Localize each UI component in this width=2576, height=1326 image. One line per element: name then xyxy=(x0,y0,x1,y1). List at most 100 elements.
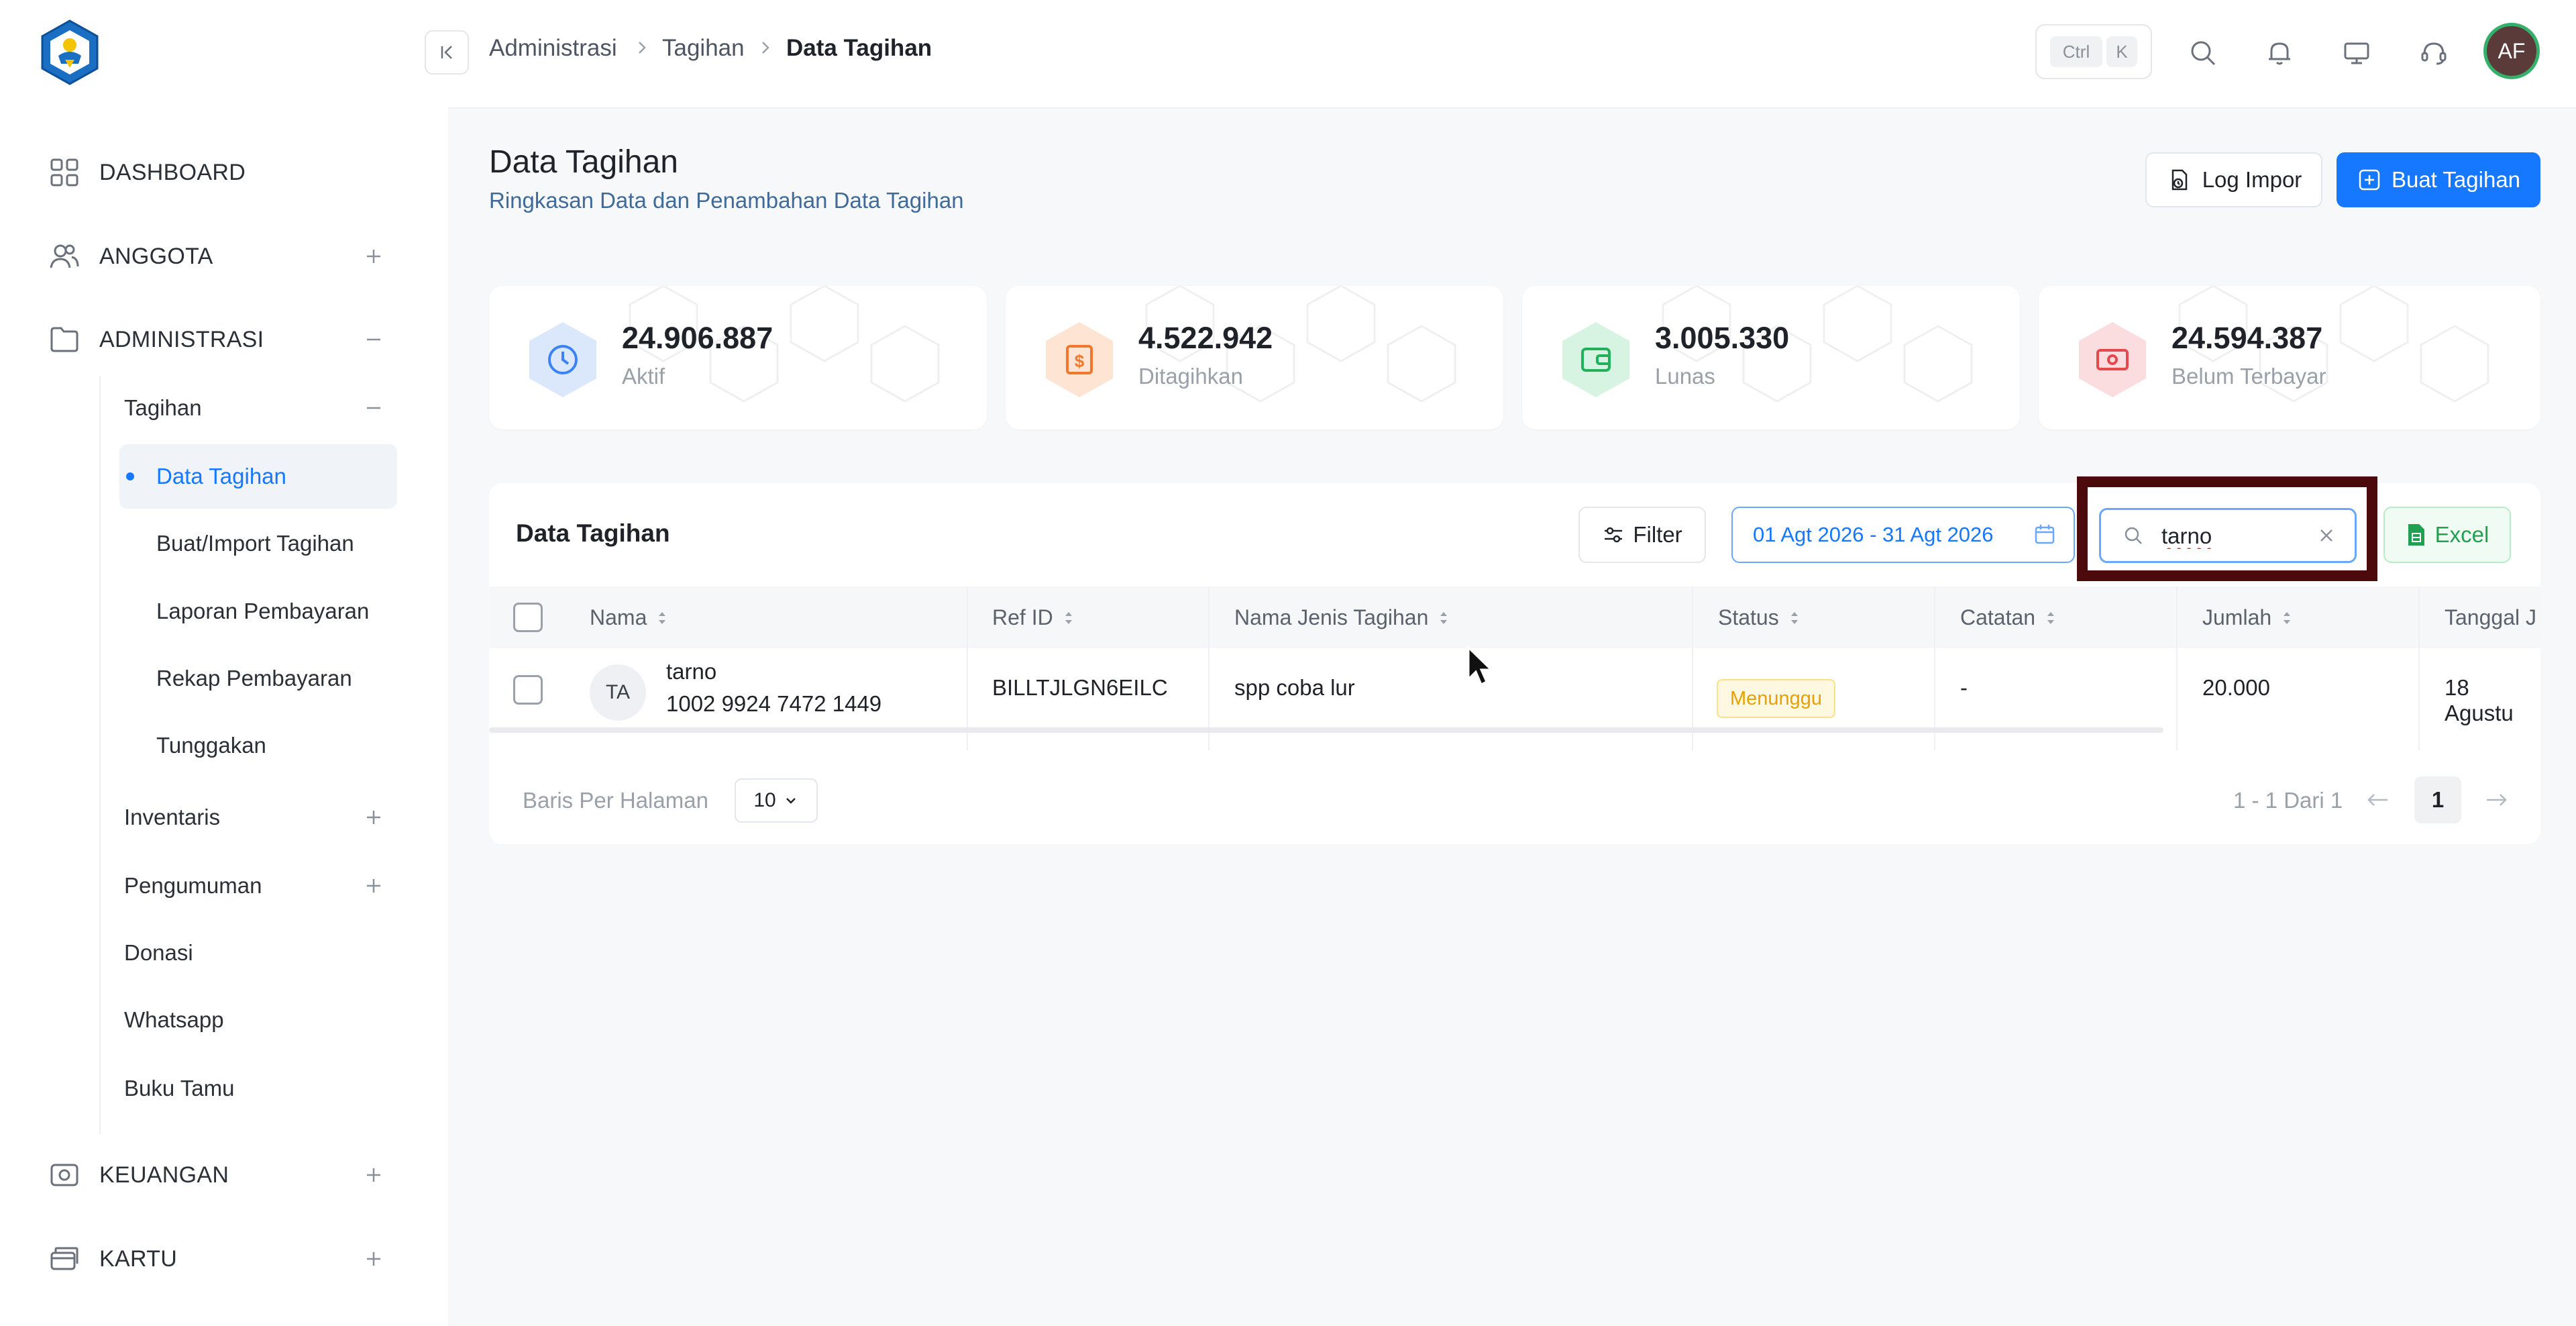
nav-administrasi[interactable]: ADMINISTRASI xyxy=(0,309,448,370)
minus-icon[interactable] xyxy=(359,325,388,354)
stat-ditagihkan-label: Ditagihkan xyxy=(1138,364,1243,389)
nav-anggota[interactable]: ANGGOTA xyxy=(0,226,448,287)
cell-ref-id: BILLTJLGN6EILC xyxy=(992,675,1168,700)
plus-icon[interactable] xyxy=(359,803,388,832)
sidebar-item-whatsapp[interactable]: Whatsapp xyxy=(124,993,224,1047)
folder-icon xyxy=(49,324,80,355)
sidebar-item-tagihan[interactable]: Tagihan xyxy=(124,381,399,435)
stat-card-ditagihkan: $ 4.522.942 Ditagihkan xyxy=(1006,286,1503,429)
row-checkbox[interactable] xyxy=(513,675,543,705)
filter-button[interactable]: Filter xyxy=(1578,507,1706,563)
log-impor-label: Log Impor xyxy=(2202,167,2302,192)
column-header-jumlah[interactable]: Jumlah xyxy=(2202,605,2294,630)
status-badge: Menunggu xyxy=(1717,679,1836,718)
column-header-ref-id-label: Ref ID xyxy=(992,605,1053,629)
stat-lunas-value: 3.005.330 xyxy=(1655,321,1790,355)
stat-belum-terbayar-value: 24.594.387 xyxy=(2171,321,2323,355)
invoice-dollar-icon: $ xyxy=(1040,319,1118,400)
sidebar-item-buku-tamu-label: Buku Tamu xyxy=(124,1076,235,1101)
plus-icon[interactable] xyxy=(359,1244,388,1274)
cell-jumlah: 20.000 xyxy=(2202,675,2270,700)
rows-per-page-label: Baris Per Halaman xyxy=(523,788,708,813)
grid-icon xyxy=(49,157,80,188)
date-range-value: 01 Agt 2026 - 31 Agt 2026 xyxy=(1753,523,1994,546)
log-impor-button[interactable]: Log Impor xyxy=(2145,152,2322,207)
column-header-nama[interactable]: Nama xyxy=(590,605,669,630)
excel-export-button[interactable]: Excel xyxy=(2383,507,2511,563)
select-all-checkbox[interactable] xyxy=(513,603,543,632)
sidebar-item-data-tagihan[interactable]: Data Tagihan xyxy=(156,450,286,503)
breadcrumb-tagihan[interactable]: Tagihan xyxy=(662,35,745,62)
sort-icon xyxy=(1790,611,1798,624)
nav-dashboard[interactable]: DASHBOARD xyxy=(0,142,448,203)
clock-icon xyxy=(524,319,602,400)
nav-kartu-label: KARTU xyxy=(99,1245,178,1272)
submenu-guide-line xyxy=(99,376,101,1134)
collapse-sidebar-button[interactable] xyxy=(425,30,469,74)
page-number-button[interactable]: 1 xyxy=(2414,776,2461,823)
spreadsheet-icon xyxy=(2408,524,2424,546)
search-input[interactable] xyxy=(2160,518,2310,554)
buat-tagihan-button[interactable]: Buat Tagihan xyxy=(2337,152,2540,207)
page-subtitle: Ringkasan Data dan Penambahan Data Tagih… xyxy=(489,188,964,213)
active-indicator-dot xyxy=(126,472,134,480)
nav-dashboard-label: DASHBOARD xyxy=(99,159,246,185)
rows-per-page-value: 10 xyxy=(753,789,776,811)
clear-icon[interactable] xyxy=(2316,525,2337,546)
sort-icon xyxy=(1065,611,1072,624)
sliders-icon xyxy=(1605,527,1623,543)
sidebar-item-buku-tamu[interactable]: Buku Tamu xyxy=(124,1062,234,1115)
nav-keuangan[interactable]: KEUANGAN xyxy=(0,1145,448,1205)
next-page-icon[interactable] xyxy=(2483,788,2510,812)
table-row[interactable]: TA tarno 1002 9924 7472 1449 BILLTJLGN6E… xyxy=(489,648,2540,731)
sidebar-item-rekap-pembayaran[interactable]: Rekap Pembayaran xyxy=(156,652,352,705)
hexagon-pattern xyxy=(2178,286,2489,403)
sidebar-item-laporan-pembayaran[interactable]: Laporan Pembayaran xyxy=(156,584,369,638)
headset-icon[interactable] xyxy=(2417,36,2451,70)
filter-label: Filter xyxy=(1633,522,1682,547)
column-header-catatan[interactable]: Catatan xyxy=(1960,605,2058,630)
sidebar-item-tunggakan[interactable]: Tunggakan xyxy=(156,719,266,772)
sidebar-item-inventaris[interactable]: Inventaris xyxy=(124,790,399,844)
monitor-icon[interactable] xyxy=(2340,36,2373,70)
plus-icon[interactable] xyxy=(359,1160,388,1190)
column-header-nama-jenis-tagihan[interactable]: Nama Jenis Tagihan xyxy=(1234,605,1451,630)
column-header-tanggal[interactable]: Tanggal J xyxy=(2445,605,2536,630)
sidebar-item-pengumuman[interactable]: Pengumuman xyxy=(124,859,399,913)
stat-belum-terbayar-label: Belum Terbayar xyxy=(2171,364,2326,389)
search-icon[interactable] xyxy=(2186,36,2220,70)
column-header-ref-id[interactable]: Ref ID xyxy=(992,605,1076,630)
column-header-catatan-label: Catatan xyxy=(1960,605,2036,629)
camera-icon xyxy=(49,1160,80,1190)
sidebar-item-buat-import-tagihan[interactable]: Buat/Import Tagihan xyxy=(156,517,354,570)
sort-icon xyxy=(1440,611,1448,624)
user-avatar[interactable]: AF xyxy=(2483,23,2540,79)
sidebar-item-donasi[interactable]: Donasi xyxy=(124,926,193,980)
sidebar-item-inventaris-label: Inventaris xyxy=(124,805,221,829)
column-header-tanggal-label: Tanggal J xyxy=(2445,605,2536,629)
prev-page-icon[interactable] xyxy=(2365,788,2392,812)
excel-label: Excel xyxy=(2434,522,2489,547)
tut-wuri-handayani-logo[interactable] xyxy=(36,18,104,87)
sidebar-item-rekap-label: Rekap Pembayaran xyxy=(156,666,352,691)
cell-id-number: 1002 9924 7472 1449 xyxy=(666,691,882,716)
nav-anggota-label: ANGGOTA xyxy=(99,243,213,269)
breadcrumb-administrasi[interactable]: Administrasi xyxy=(489,35,617,62)
plus-icon[interactable] xyxy=(359,242,388,271)
stat-aktif-label: Aktif xyxy=(622,364,665,389)
minus-icon[interactable] xyxy=(359,393,388,423)
stat-aktif-value: 24.906.887 xyxy=(622,321,773,355)
bell-icon[interactable] xyxy=(2263,36,2296,70)
stat-lunas-label: Lunas xyxy=(1655,364,1715,389)
column-header-status[interactable]: Status xyxy=(1718,605,1802,630)
plus-icon[interactable] xyxy=(359,871,388,901)
horizontal-scrollbar[interactable] xyxy=(489,727,2163,733)
search-field[interactable] xyxy=(2099,508,2357,563)
rows-per-page-select[interactable]: 10 xyxy=(735,778,818,823)
date-range-picker[interactable]: 01 Agt 2026 - 31 Agt 2026 xyxy=(1731,507,2075,563)
calendar-icon xyxy=(2035,525,2055,544)
column-header-status-label: Status xyxy=(1718,605,1779,629)
nav-keuangan-label: KEUANGAN xyxy=(99,1162,229,1188)
nav-kartu[interactable]: KARTU xyxy=(0,1229,448,1289)
nav-administrasi-label: ADMINISTRASI xyxy=(99,326,264,352)
